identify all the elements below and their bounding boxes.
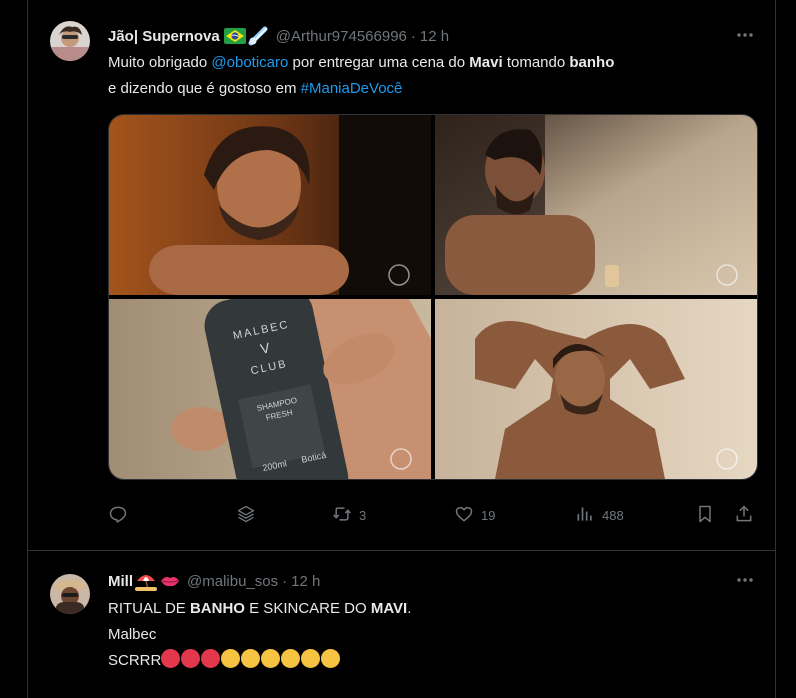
tweet-text-line: Muito obrigado @oboticaro por entregar u… [108,54,615,71]
author-name[interactable]: Mill [108,573,133,590]
timestamp[interactable]: 12 h [291,573,320,590]
tweet-text: RITUAL DE BANHO E SKINCARE DO MAVI. Malb… [108,596,411,674]
separator: · [410,27,416,45]
timeline-left-border [27,0,28,698]
hashtag-link[interactable]: #ManiaDeVocê [301,80,403,97]
tweet-divider [28,550,775,551]
more-options-icon[interactable] [735,25,755,45]
views-count: 488 [602,507,624,523]
tweet-text-line: SCRRR [108,648,411,674]
avatar[interactable] [50,574,90,614]
relieved-face-icon [321,649,341,668]
relieved-face-icon [301,649,321,668]
tweet-text-line: Malbec [108,626,157,643]
lips-icon [159,571,181,591]
malbec-club-shampoo-photo[interactable]: MALBEC V CLUB SHAMPOO FRESH 200ml Boticá [109,299,431,479]
tweet-header: Jão| Supernova @Arthur974566996 · 12 h [108,25,449,47]
tweet-text-line: e dizendo que é gostoso em #ManiaDeVocê [108,80,403,97]
heart-icon [454,504,474,527]
tweet-actions: 3 19 488 [108,502,760,528]
tweet-text: Muito obrigado @oboticaro por entregar u… [108,50,614,102]
author-handle[interactable]: @malibu_sos [187,573,278,590]
reply-button[interactable] [108,502,135,528]
repost-button[interactable]: 3 [332,502,366,528]
more-options-icon[interactable] [735,570,755,590]
man-spraying-perfume-photo[interactable] [435,115,757,295]
relieved-face-icon [221,649,241,668]
bookmark-button[interactable] [695,502,715,528]
hot-face-icon [161,649,181,668]
like-button[interactable]: 19 [454,502,495,528]
mention-link[interactable]: @oboticaro [211,54,288,71]
grok-button[interactable] [236,502,256,528]
views-button[interactable]: 488 [575,502,624,528]
relieved-face-icon [241,649,261,668]
separator: · [282,572,288,590]
bookmark-icon [695,504,715,527]
share-icon [734,504,754,527]
repost-icon [332,504,352,527]
relieved-face-icon [261,649,281,668]
timeline-right-border [775,0,776,698]
reply-icon [108,504,128,527]
author-handle[interactable]: @Arthur974566996 [276,28,407,45]
layers-icon [236,504,256,527]
author-name[interactable]: Jão| Supernova [108,28,220,45]
views-icon [575,504,595,527]
man-in-shower-photo[interactable] [435,299,757,479]
share-button[interactable] [734,502,754,528]
avatar[interactable] [50,21,90,61]
relieved-face-icon [281,649,301,668]
timestamp[interactable]: 12 h [420,28,449,45]
beach-umbrella-icon [135,571,157,591]
repost-count: 3 [359,507,367,523]
tweet-header: Mill @malibu_sos · 12 h [108,570,320,592]
man-at-mirror-photo[interactable] [109,115,431,295]
like-count: 19 [481,507,496,523]
tweet-text-line: RITUAL DE BANHO E SKINCARE DO MAVI. [108,600,412,617]
media-grid: MALBEC V CLUB SHAMPOO FRESH 200ml Boticá [108,114,758,480]
brazil-flag-icon [223,28,246,44]
hot-face-icon [181,649,201,668]
hot-face-icon [201,649,221,668]
comet-icon [248,26,270,46]
